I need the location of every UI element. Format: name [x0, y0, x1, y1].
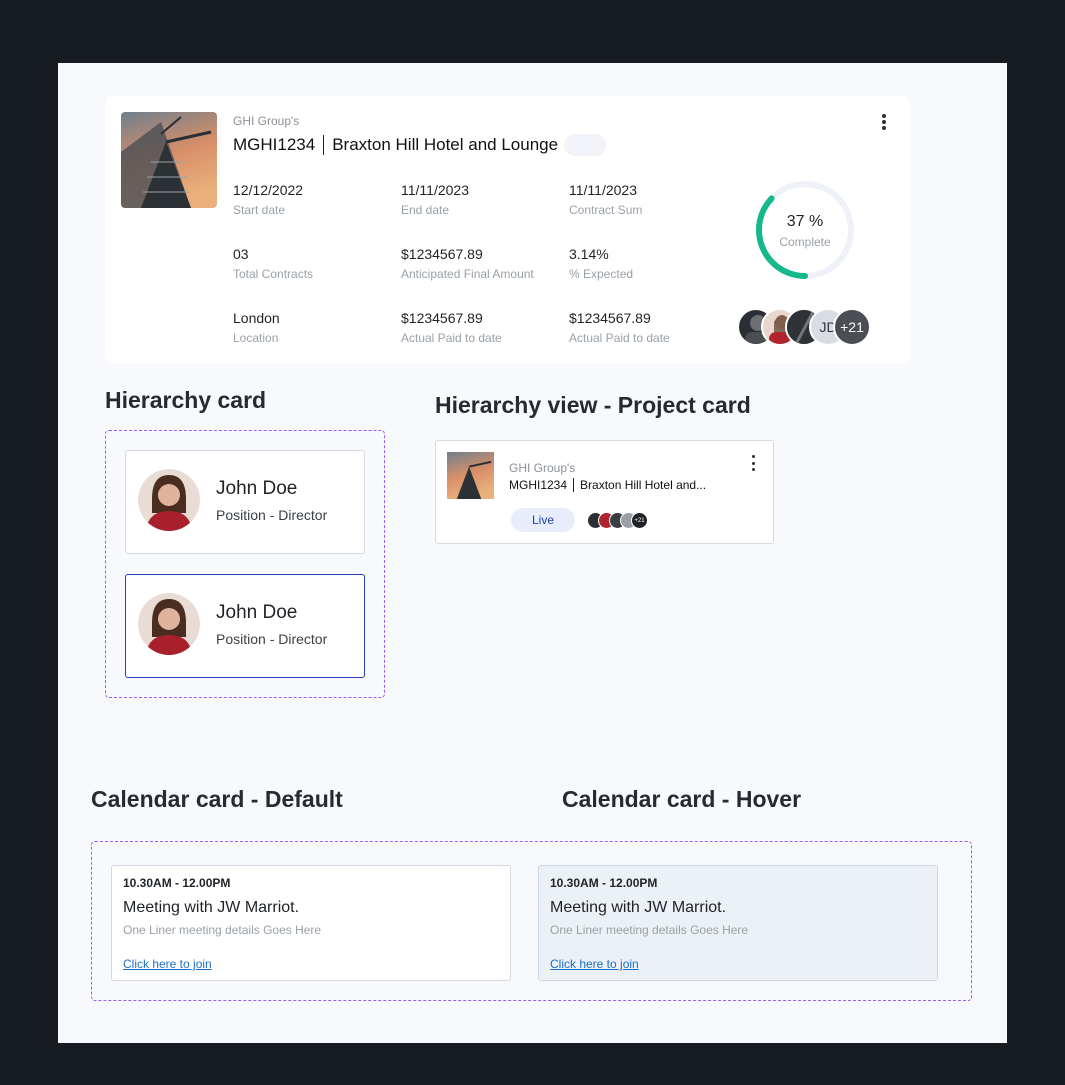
person-name: John Doe — [216, 602, 298, 623]
progress-percent: 37 % — [786, 213, 824, 230]
stat-contract-sum: 11/11/2023 Contract Sum — [569, 182, 643, 217]
more-options-icon[interactable] — [749, 455, 757, 471]
hierarchy-project-card[interactable]: GHI Group's MGHI1234 Braxton Hill Hotel … — [435, 440, 774, 544]
project-name: Braxton Hill Hotel and... — [580, 478, 707, 492]
stat-expected: 3.14%% Expected — [569, 246, 634, 281]
section-title-calendar-hover: Calendar card - Hover — [562, 786, 802, 812]
project-code: MGHI1234 — [233, 135, 316, 154]
meeting-details: One Liner meeting details Goes Here — [123, 923, 322, 937]
more-options-icon[interactable] — [878, 112, 890, 132]
project-card[interactable]: GHI Group's MGHI1234 Braxton Hill Hotel … — [105, 96, 910, 363]
project-thumbnail — [121, 112, 217, 208]
meeting-time: 10.30AM - 12.00PM — [123, 876, 231, 890]
person-position: Position - Director — [216, 507, 328, 523]
person-photo — [138, 469, 200, 531]
hierarchy-card[interactable]: John Doe Position - Director — [125, 450, 365, 554]
calendar-card-hover[interactable]: 10.30AM - 12.00PM Meeting with JW Marrio… — [538, 865, 938, 981]
status-badge[interactable]: Live — [511, 508, 575, 532]
hierarchy-card-selected[interactable]: John Doe Position - Director — [125, 574, 365, 678]
avatar-more-count[interactable]: +21 — [631, 512, 648, 529]
meeting-title: Meeting with JW Marriot. — [550, 899, 727, 916]
project-code: MGHI1234 — [509, 478, 568, 492]
avatar-more-count[interactable]: +21 — [833, 308, 871, 346]
meeting-time: 10.30AM - 12.00PM — [550, 876, 658, 890]
project-group: GHI Group's — [509, 461, 576, 475]
section-title-hierarchy-card: Hierarchy card — [105, 387, 267, 413]
stat-actual-paid: $1234567.89 Actual Paid to date — [401, 310, 502, 345]
section-title-calendar-default: Calendar card - Default — [91, 786, 343, 812]
stat-start-date: 12/12/2022 Start date — [233, 182, 304, 217]
calendar-card-default[interactable]: 10.30AM - 12.00PM Meeting with JW Marrio… — [111, 865, 511, 981]
stat-anticipated-final: $1234567.89 Anticipated Final Amount — [401, 246, 534, 281]
person-position: Position - Director — [216, 631, 328, 647]
project-thumbnail — [447, 452, 494, 499]
project-name: Braxton Hill Hotel and Lounge — [332, 135, 559, 154]
meeting-details: One Liner meeting details Goes Here — [550, 923, 749, 937]
section-title-hierarchy-view: Hierarchy view - Project card — [435, 392, 751, 418]
team-avatars[interactable]: JD +21 — [737, 308, 871, 348]
progress-ring: 37 % Complete — [753, 178, 857, 282]
project-title: MGHI1234 Braxton Hill Hotel and... — [509, 478, 706, 492]
title-divider — [323, 135, 325, 155]
stat-end-date: 11/11/2023 End date — [401, 182, 469, 217]
stat-actual-paid-2: $1234567.89 Actual Paid to date — [569, 310, 670, 345]
title-divider — [573, 478, 575, 492]
project-title: MGHI1234 Braxton Hill Hotel and Lounge — [233, 134, 607, 156]
join-link[interactable]: Click here to join — [123, 957, 212, 971]
status-pill — [564, 134, 607, 156]
stat-location: London Location — [233, 310, 280, 345]
progress-label: Complete — [779, 235, 831, 249]
person-photo — [138, 593, 200, 655]
person-name: John Doe — [216, 478, 298, 499]
meeting-title: Meeting with JW Marriot. — [123, 899, 300, 916]
stat-total-contracts: 03 Total Contracts — [233, 246, 314, 281]
canvas: GHI Group's MGHI1234 Braxton Hill Hotel … — [58, 63, 1007, 1043]
team-avatars[interactable]: +21 — [587, 512, 648, 529]
join-link[interactable]: Click here to join — [550, 957, 639, 971]
project-group: GHI Group's — [233, 114, 300, 128]
